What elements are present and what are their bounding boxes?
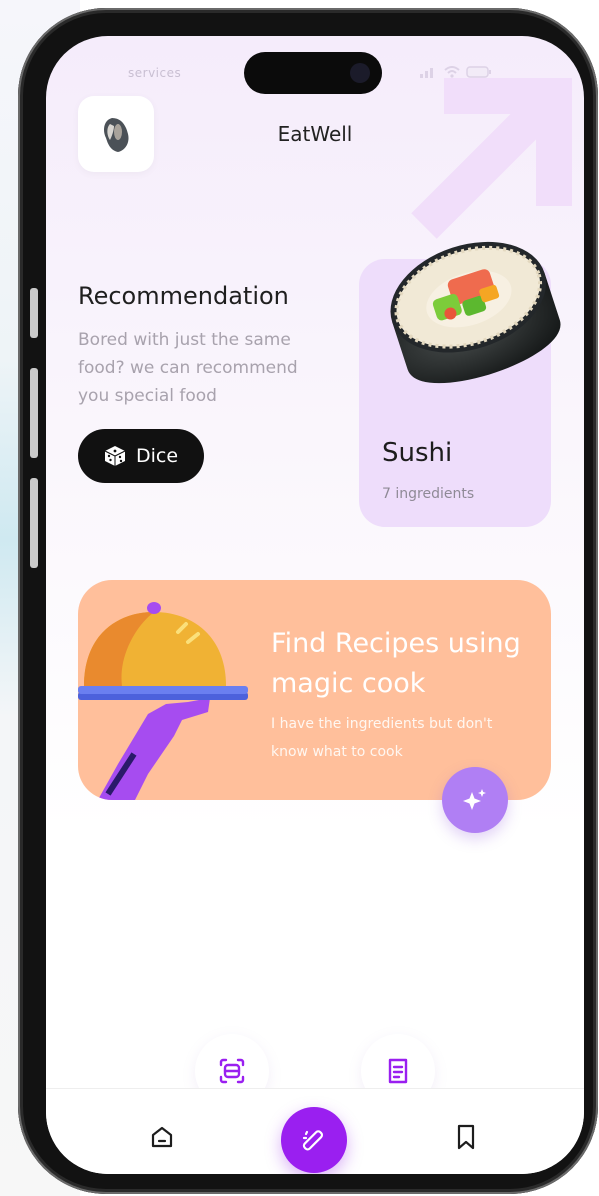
cloche-illustration: [78, 602, 248, 800]
dice-button[interactable]: Dice: [78, 429, 204, 483]
status-icons: [420, 66, 492, 78]
tab-bookmarks[interactable]: [448, 1119, 484, 1155]
food-name: Sushi: [382, 438, 453, 468]
wifi-icon: [444, 66, 460, 78]
phone-side-button: [30, 288, 38, 338]
magic-cook-title: Find Recipes using magic cook: [271, 628, 521, 699]
bookmark-icon: [457, 1124, 475, 1150]
food-ingredients: 7 ingredients: [382, 486, 475, 502]
app-title: EatWell: [277, 122, 353, 146]
home-icon: [151, 1126, 173, 1148]
scan-icon: [219, 1058, 245, 1084]
recommendation-subtitle: Bored with just the same food? we can re…: [78, 330, 298, 406]
sushi-image: [390, 241, 561, 384]
receipt-icon: [388, 1058, 408, 1084]
app-screen: services EatWell Recommendation Bored wi…: [46, 36, 584, 1174]
dice-button-label: Dice: [135, 445, 179, 467]
tab-magic-wand[interactable]: [281, 1107, 347, 1173]
phone-side-button: [30, 368, 38, 458]
tab-home[interactable]: [144, 1119, 180, 1155]
phone-side-button: [30, 478, 38, 568]
magic-cook-button[interactable]: [442, 767, 508, 833]
status-carrier: services: [128, 66, 182, 80]
recommendation-title: Recommendation: [78, 282, 289, 310]
dynamic-island: [244, 52, 382, 94]
battery-icon: [466, 66, 491, 78]
sparkle-icon: [463, 789, 486, 810]
magic-wand-icon: [302, 1130, 324, 1151]
dice-icon: [104, 446, 126, 466]
magic-cook-subtitle: I have the ingredients but don't know wh…: [271, 716, 493, 760]
signal-icon: [420, 68, 433, 78]
